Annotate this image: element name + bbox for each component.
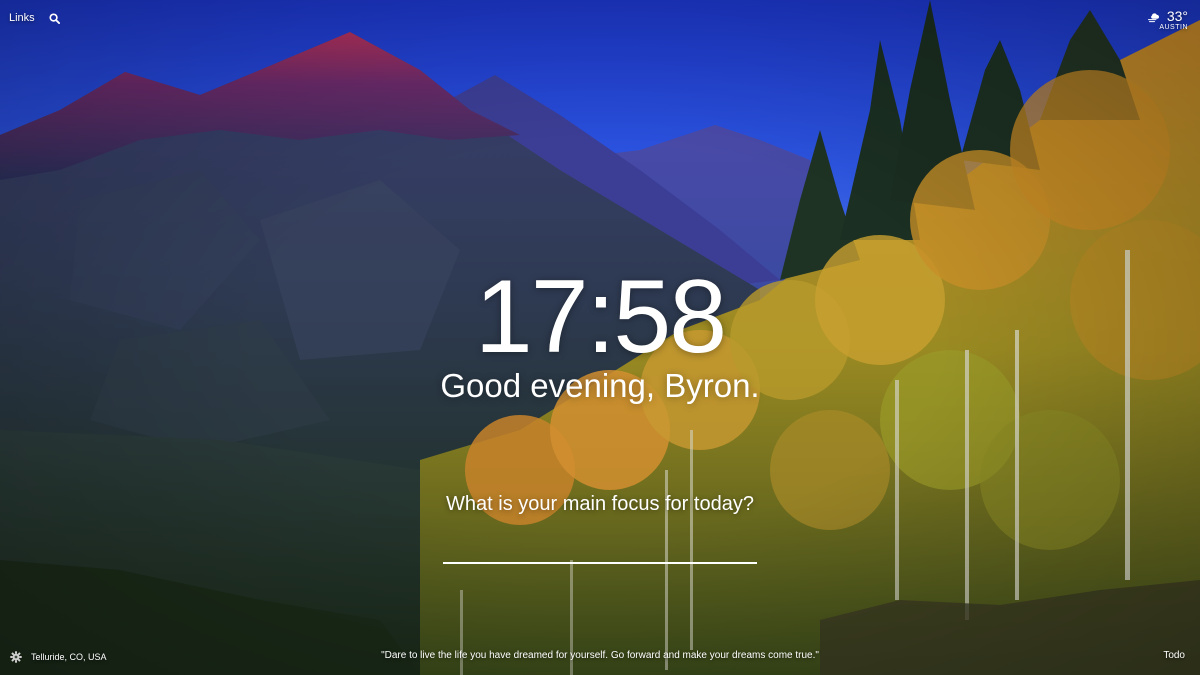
- clock-time[interactable]: 17:58: [0, 262, 1200, 372]
- weather-widget[interactable]: 33° AUSTIN: [1147, 8, 1188, 31]
- weather-row: 33°: [1147, 8, 1188, 24]
- todo-button[interactable]: Todo: [1163, 650, 1185, 661]
- momentum-new-tab-page: Links 33° AUSTIN 17:58 Good evening, Byr…: [0, 0, 1200, 675]
- focus-block: What is your main focus for today?: [0, 491, 1200, 564]
- focus-prompt: What is your main focus for today?: [446, 493, 754, 515]
- focus-input[interactable]: [443, 536, 757, 564]
- weather-temperature: 33°: [1166, 8, 1188, 24]
- top-left-nav: Links: [9, 12, 60, 24]
- center-block: 17:58 Good evening, Byron.: [0, 262, 1200, 406]
- search-icon[interactable]: [49, 12, 60, 24]
- links-button[interactable]: Links: [9, 12, 35, 24]
- daily-quote[interactable]: "Dare to live the life you have dreamed …: [0, 650, 1200, 661]
- wind-cloud-icon: [1147, 10, 1162, 23]
- greeting-text[interactable]: Good evening, Byron.: [0, 366, 1200, 406]
- weather-location: AUSTIN: [1159, 24, 1188, 31]
